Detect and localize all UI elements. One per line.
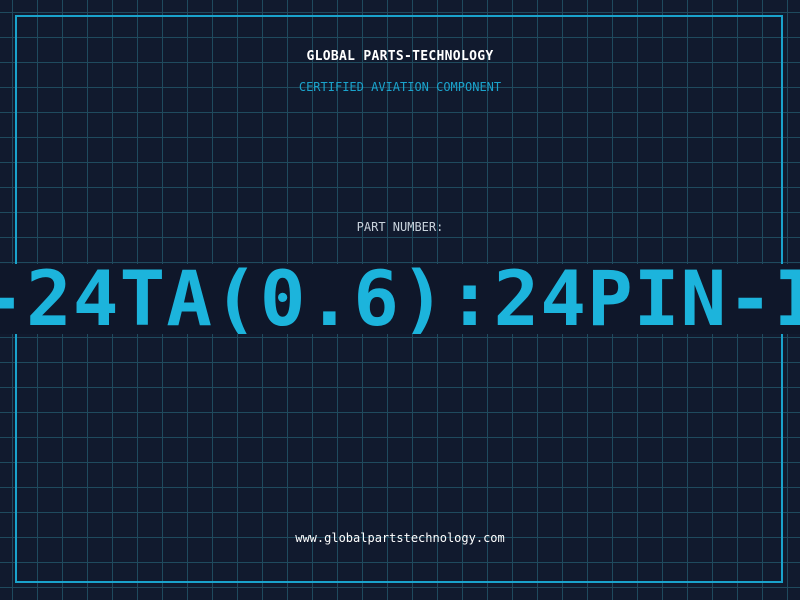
website-url[interactable]: www.globalpartstechnology.com [0, 531, 800, 545]
company-name: GLOBAL PARTS-TECHNOLOGY [306, 49, 494, 64]
part-number-value: -24TA(0.6):24PIN-I [0, 264, 800, 334]
certificate-page: GLOBAL PARTS-TECHNOLOGY CERTIFIED AVIATI… [0, 0, 800, 600]
tagline: CERTIFIED AVIATION COMPONENT [298, 80, 502, 94]
part-number-band: -24TA(0.6):24PIN-I [0, 264, 800, 334]
part-number-label: PART NUMBER: [356, 220, 444, 234]
